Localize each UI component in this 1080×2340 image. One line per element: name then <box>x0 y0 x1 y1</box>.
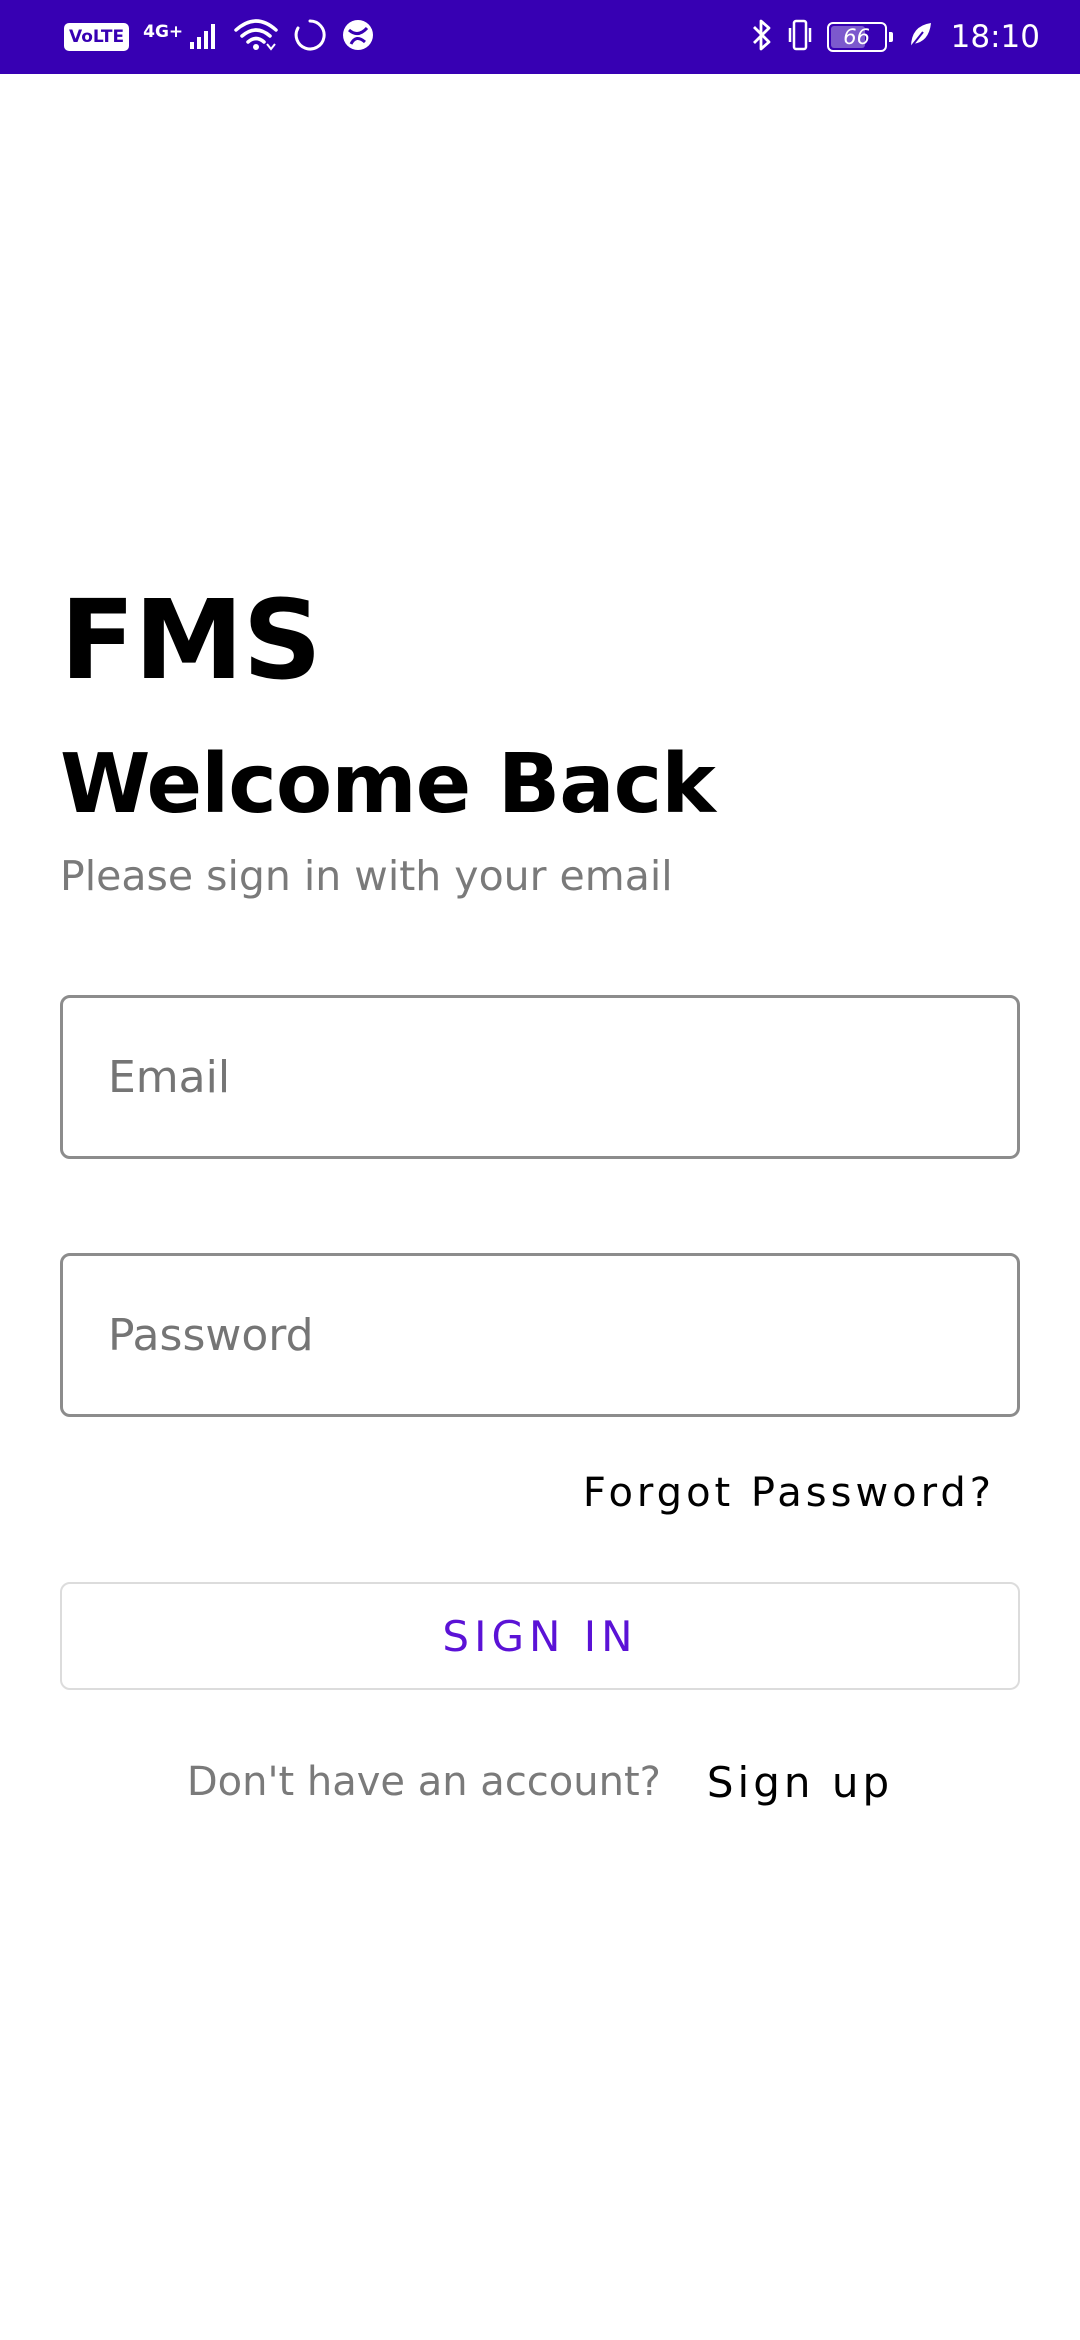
app-name: FMS <box>60 576 322 704</box>
forgot-password-link[interactable]: Forgot Password? <box>583 1465 995 1521</box>
signal-icon <box>189 20 219 54</box>
signup-row: Don't have an account? Sign up <box>60 1752 1020 1812</box>
status-bar-time: 18:10 <box>950 19 1040 55</box>
app-notification-icon <box>341 18 375 56</box>
battery-icon: 66 <box>826 22 893 52</box>
email-field[interactable] <box>60 995 1020 1159</box>
welcome-heading: Welcome Back <box>60 737 716 832</box>
network-type-label: 4G+ <box>143 22 184 42</box>
wifi-icon <box>233 18 279 56</box>
power-saving-leaf-icon <box>907 20 933 54</box>
status-bar: VoLTE 4G+ 66 18:10 <box>0 0 1080 74</box>
volte-icon: VoLTE <box>64 23 130 51</box>
sync-icon <box>293 18 327 56</box>
sign-in-button[interactable]: SIGN IN <box>60 1582 1020 1690</box>
status-bar-left: VoLTE 4G+ <box>64 18 375 56</box>
status-bar-right: 66 18:10 <box>751 14 1040 60</box>
email-input[interactable] <box>108 998 968 1156</box>
bluetooth-icon <box>751 18 773 56</box>
no-account-label: Don't have an account? <box>186 1759 661 1805</box>
vibrate-icon <box>787 18 813 56</box>
subtitle: Please sign in with your email <box>60 852 673 900</box>
battery-level: 66 <box>843 25 871 49</box>
password-input[interactable] <box>108 1256 968 1414</box>
sign-up-link[interactable]: Sign up <box>707 1758 893 1807</box>
password-field[interactable] <box>60 1253 1020 1417</box>
